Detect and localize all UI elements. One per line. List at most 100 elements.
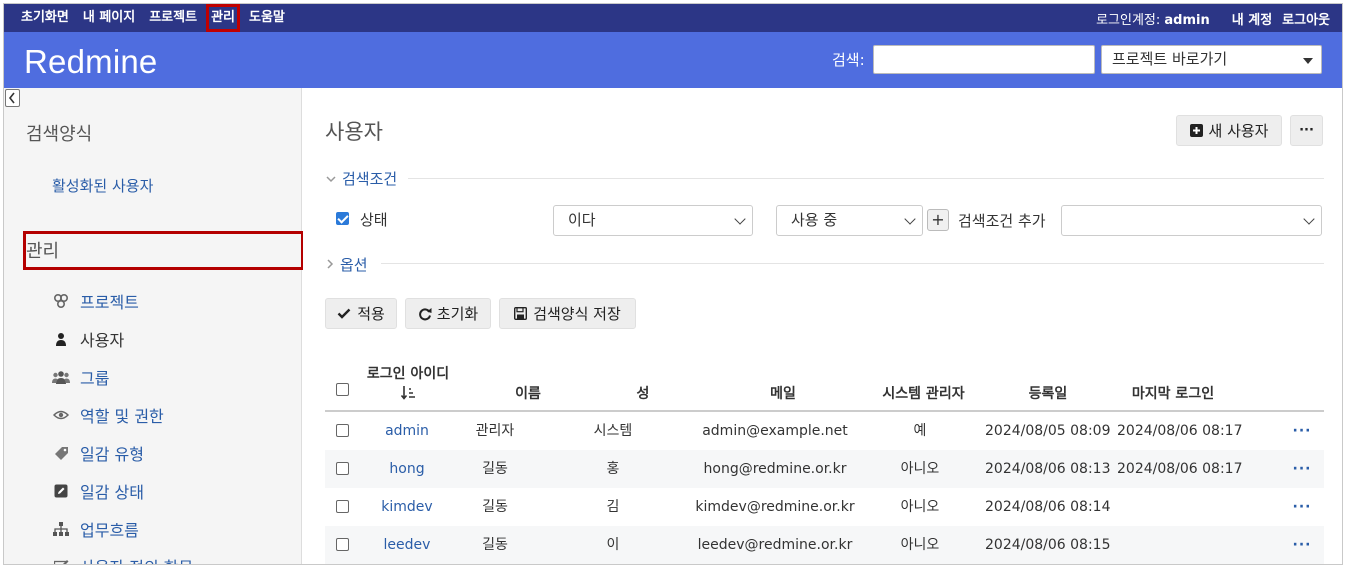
refresh-icon [418,307,432,320]
sidebar-item-label: 업무흐름 [80,521,139,540]
user-admin: 아니오 [900,537,940,553]
user-lastname: 시스템 [593,423,633,439]
my-account-link[interactable]: 내 계정 [1232,9,1272,28]
row-checkbox[interactable] [336,538,349,551]
sidebar-item-groups[interactable]: 그룹 [52,366,109,388]
user-admin: 아니오 [900,461,940,477]
apply-button[interactable]: 적용 [325,298,397,329]
chevron-down-icon [326,172,336,186]
workflow-icon [52,521,70,537]
row-actions-button[interactable]: ··· [1285,526,1319,564]
row-checkbox[interactable] [336,424,349,437]
app-title[interactable]: Redmine [24,43,157,81]
status-filter-checkbox[interactable] [336,212,349,225]
user-last-login [1117,488,1237,526]
chevron-right-icon [326,258,334,272]
logout-link[interactable]: 로그아웃 [1282,9,1330,28]
sidebar-collapse-button[interactable] [5,89,20,107]
top-menu-projects[interactable]: 프로젝트 [147,7,199,29]
add-filter-select[interactable] [1061,205,1322,236]
project-jump-select[interactable]: 프로젝트 바로가기 [1101,45,1322,74]
options-legend-label: 옵션 [340,256,368,274]
row-actions-button[interactable]: ··· [1285,412,1319,450]
toggle-multiselect-button[interactable]: + [927,209,949,231]
sidebar-item-projects[interactable]: 프로젝트 [52,290,139,312]
sidebar-item-issue-statuses[interactable]: 일감 상태 [52,480,144,502]
user-login-link[interactable]: admin [367,412,447,450]
new-user-button[interactable]: 새 사용자 [1176,115,1282,146]
table-row: admin 관리자 시스템 admin@example.net 예 2024/0… [325,412,1324,450]
sort-asc-icon[interactable] [358,385,458,405]
sidebar-item-users[interactable]: 사용자 [52,328,124,350]
column-created[interactable]: 등록일 [1003,383,1093,403]
reset-button[interactable]: 초기화 [405,298,491,329]
search-label: 검색: [832,51,865,69]
column-last-login[interactable]: 마지막 로그인 [1118,383,1228,403]
logged-in-label: 로그인계정: [1096,12,1161,28]
filters-legend[interactable]: 검색조건 [326,168,397,189]
user-last-login: 2024/08/06 08:17 [1117,461,1243,477]
search-input[interactable] [873,45,1095,74]
status-operator-select[interactable]: 이다 [553,205,753,236]
group-icon [52,369,70,385]
edit-icon [52,483,70,499]
sidebar-item-workflows[interactable]: 업무흐름 [52,518,139,540]
options-legend[interactable]: 옵션 [326,254,368,275]
logged-in-as: 로그인계정: admin [1096,9,1210,28]
row-checkbox[interactable] [336,462,349,475]
column-firstname[interactable]: 이름 [488,383,568,403]
user-created: 2024/08/06 08:14 [985,499,1111,515]
user-firstname: 관리자 [475,423,515,439]
user-mail[interactable]: admin@example.net [690,412,860,450]
sidebar-item-custom-fields[interactable]: 사용자 정의 항목 [52,555,193,564]
sidebar-item-trackers[interactable]: 일감 유형 [52,442,144,464]
apply-label: 적용 [357,305,385,323]
column-login-label: 로그인 아이디 [366,366,450,382]
more-actions-button[interactable]: ··· [1290,115,1323,146]
sidebar-item-label: 그룹 [80,369,110,388]
active-users-link[interactable]: 활성화된 사용자 [52,175,153,196]
top-menu-help[interactable]: 도움말 [247,7,287,29]
select-all-checkbox[interactable] [336,383,349,396]
reset-label: 초기화 [436,305,479,323]
user-firstname: 길동 [482,499,508,515]
user-login-link[interactable]: leedev [367,526,447,564]
eye-icon [52,407,70,423]
sidebar-item-roles[interactable]: 역할 및 권한 [52,404,164,426]
save-query-button[interactable]: 검색양식 저장 [499,298,636,329]
user-login-link[interactable]: kimdev [367,488,447,526]
sidebar-item-label: 프로젝트 [80,293,139,312]
add-icon [1189,124,1203,137]
row-actions-button[interactable]: ··· [1285,488,1319,526]
top-menu-administration[interactable]: 관리 [206,4,240,32]
column-mail[interactable]: 메일 [723,383,843,403]
save-icon [514,307,528,320]
table-row: kimdev 길동 김 kimdev@redmine.or.kr 아니오 202… [325,488,1324,526]
main-content: 사용자 새 사용자 ··· 검색조건 상태 이다 사용 중 + 검색조건 추가 [303,88,1342,564]
check-icon [337,308,351,319]
column-admin[interactable]: 시스템 관리자 [866,383,981,403]
user-created: 2024/08/05 08:09 [985,423,1111,439]
column-lastname[interactable]: 성 [613,383,673,403]
user-mail[interactable]: kimdev@redmine.or.kr [690,488,860,526]
top-menu-home[interactable]: 초기화면 [19,7,71,29]
fieldset-divider [381,263,1324,264]
project-jump-label: 프로젝트 바로가기 [1112,50,1228,68]
page-title: 사용자 [325,120,383,144]
row-actions-button[interactable]: ··· [1285,450,1319,488]
chevron-down-icon [734,213,746,225]
column-login[interactable]: 로그인 아이디 [358,363,458,405]
user-firstname: 길동 [482,461,508,477]
selected-item-highlight [23,231,304,270]
logged-in-user[interactable]: admin [1164,13,1209,28]
row-checkbox[interactable] [336,500,349,513]
top-menu-my-page[interactable]: 내 페이지 [81,7,137,29]
user-mail[interactable]: hong@redmine.or.kr [690,450,860,488]
user-login-link[interactable]: hong [367,450,447,488]
status-value-select[interactable]: 사용 중 [776,205,923,236]
tag-icon [52,445,70,461]
caret-down-icon [1303,58,1313,64]
projects-icon [52,293,70,309]
new-user-label: 새 사용자 [1208,122,1269,140]
user-mail[interactable]: leedev@redmine.or.kr [690,526,860,564]
